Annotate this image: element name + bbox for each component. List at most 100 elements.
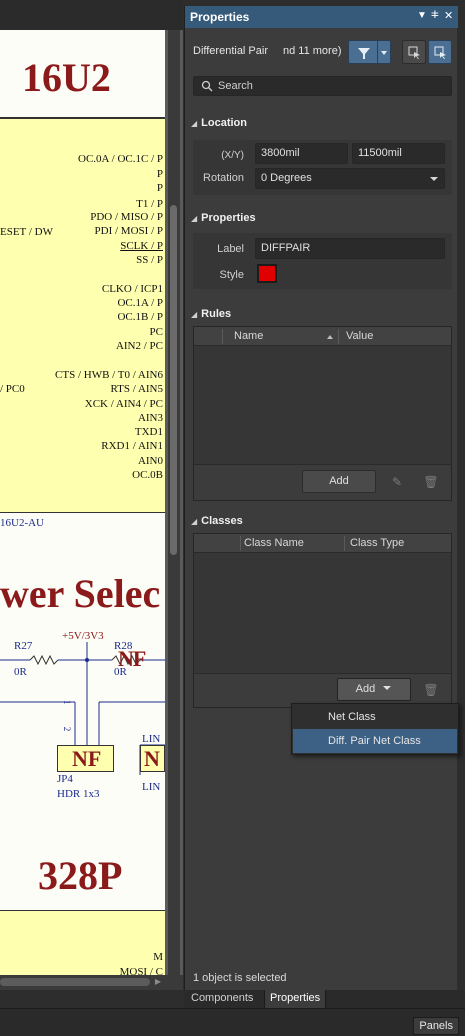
r27-value: 0R bbox=[14, 666, 27, 678]
label-label: Label bbox=[217, 243, 244, 255]
section-title: Location bbox=[201, 117, 247, 129]
section-title: Rules bbox=[201, 308, 232, 320]
style-color-swatch[interactable] bbox=[257, 264, 277, 283]
tab-components[interactable]: Components bbox=[186, 990, 258, 1008]
jp4-header[interactable]: NF bbox=[57, 745, 114, 772]
tab-properties[interactable]: Properties bbox=[264, 990, 327, 1008]
pin-label: XCK / AIN4 / PC bbox=[84, 398, 163, 410]
pin-label: PC bbox=[149, 326, 163, 338]
part-number-label: 16U2-AU bbox=[0, 517, 44, 529]
pin-label-pc0: / PC0 bbox=[0, 383, 25, 395]
toolbar-strip bbox=[0, 0, 183, 30]
search-icon bbox=[201, 80, 213, 92]
section-title: Classes bbox=[201, 515, 243, 527]
pin-label: PDO / MISO / P bbox=[90, 211, 163, 223]
vertical-scroll-thumb[interactable] bbox=[170, 205, 177, 555]
label-field[interactable]: DIFFPAIR bbox=[255, 238, 445, 259]
supply-net-label: +5V/3V3 bbox=[62, 630, 104, 642]
lin-designator: LIN bbox=[142, 733, 161, 745]
select-mode-button[interactable] bbox=[428, 40, 452, 64]
pin-label: P bbox=[156, 182, 163, 194]
xy-label: (X/Y) bbox=[221, 150, 244, 161]
no-fit-marker: N bbox=[144, 746, 160, 771]
pin-icon[interactable]: ⵐ bbox=[431, 10, 439, 21]
pin-label: CLKO / ICP1 bbox=[101, 283, 163, 295]
delete-trash-icon[interactable]: 🗑 bbox=[421, 472, 441, 492]
rotation-value: 0 Degrees bbox=[261, 172, 312, 184]
pin-label: TXD1 bbox=[134, 426, 163, 438]
chevron-down-icon bbox=[381, 51, 387, 55]
scroll-right-arrow-icon[interactable]: ▶ bbox=[152, 975, 164, 989]
status-bar: Panels bbox=[0, 1008, 465, 1036]
schematic-canvas[interactable]: 16U2 OC.0A / OC.1C / P P P T1 / P PDO / … bbox=[0, 0, 183, 990]
component-body-16u2[interactable]: OC.0A / OC.1C / P P P T1 / P PDO / MISO … bbox=[0, 118, 165, 513]
section-header-properties[interactable]: ◢ Properties bbox=[191, 212, 256, 224]
r27-designator: R27 bbox=[14, 640, 33, 652]
horizontal-scroll-thumb[interactable] bbox=[0, 978, 150, 986]
pin-label: RTS / AIN5 bbox=[110, 383, 163, 395]
pin-label: PDI / MOSI / P bbox=[94, 225, 163, 237]
classes-grid[interactable]: Class Name Class Type Add 🗑 bbox=[193, 533, 452, 708]
pin-label: SS / P bbox=[136, 254, 163, 266]
schematic-sheet[interactable]: 16U2 OC.0A / OC.1C / P P P T1 / P PDO / … bbox=[0, 30, 165, 990]
menu-item-net-class[interactable]: Net Class bbox=[293, 705, 457, 729]
lin-designator-2: LIN bbox=[142, 781, 161, 793]
classes-toolbar: Add 🗑 bbox=[194, 673, 451, 707]
filter-button[interactable] bbox=[348, 40, 391, 64]
classes-add-dropdown-button[interactable]: Add bbox=[337, 678, 411, 701]
add-class-dropdown-menu: Net Class Diff. Pair Net Class bbox=[291, 703, 459, 755]
x-position-field[interactable]: 3800mil bbox=[255, 143, 348, 164]
no-fit-marker: NF bbox=[72, 746, 102, 771]
selection-filter-text: Differential Pair bbox=[193, 45, 268, 57]
pin-label: SCLK / P bbox=[120, 240, 163, 252]
style-label: Style bbox=[219, 269, 244, 281]
properties-panel: Properties ▼ ⵐ ✕ Differential Pair nd 11… bbox=[184, 6, 458, 990]
cursor-select-icon bbox=[434, 46, 446, 59]
pin-label: AIN3 bbox=[137, 412, 163, 424]
search-placeholder: Search bbox=[218, 80, 253, 92]
pin-label-reset: ESET / DW bbox=[0, 226, 53, 238]
collapse-triangle-icon: ◢ bbox=[191, 310, 198, 319]
section-header-classes[interactable]: ◢ Classes bbox=[191, 515, 243, 527]
column-header-class-type[interactable]: Class Type bbox=[350, 537, 404, 549]
y-position-field[interactable]: 11500mil bbox=[352, 143, 445, 164]
column-header-class-name[interactable]: Class Name bbox=[244, 537, 304, 549]
panel-menu-icon[interactable]: ▼ bbox=[417, 10, 427, 21]
rules-toolbar: Add ✎ 🗑 bbox=[194, 464, 451, 500]
edit-pencil-icon[interactable]: ✎ bbox=[387, 472, 407, 492]
chevron-down-icon bbox=[383, 686, 392, 690]
column-header-value[interactable]: Value bbox=[346, 330, 373, 342]
search-input[interactable]: Search bbox=[193, 76, 452, 96]
pin-label: OC.0A / OC.1C / P bbox=[78, 153, 163, 165]
rules-grid-header: Name Value bbox=[194, 327, 451, 346]
pin-label: RXD1 / AIN1 bbox=[101, 440, 163, 452]
chevron-down-icon bbox=[430, 177, 438, 181]
section-title-power-select: wer Selec bbox=[0, 571, 161, 616]
pin-label: AIN0 bbox=[137, 455, 163, 467]
delete-trash-icon[interactable]: 🗑 bbox=[421, 680, 441, 700]
classes-grid-header: Class Name Class Type bbox=[194, 534, 451, 553]
sort-ascending-icon bbox=[327, 335, 333, 339]
rules-grid[interactable]: Name Value Add ✎ 🗑 bbox=[193, 326, 452, 501]
collapse-triangle-icon: ◢ bbox=[191, 119, 198, 128]
section-title: Properties bbox=[201, 212, 256, 224]
column-header-name[interactable]: Name bbox=[234, 330, 263, 342]
collapse-triangle-icon: ◢ bbox=[191, 214, 198, 223]
close-icon[interactable]: ✕ bbox=[444, 9, 453, 22]
rules-add-button[interactable]: Add bbox=[302, 470, 376, 493]
pin-label: M bbox=[153, 951, 163, 963]
component-title-16u2: 16U2 bbox=[22, 55, 111, 100]
collapse-triangle-icon: ◢ bbox=[191, 517, 198, 526]
menu-item-diff-pair-net-class[interactable]: Diff. Pair Net Class bbox=[293, 729, 457, 753]
lin-component[interactable]: N bbox=[140, 745, 165, 772]
select-objects-button[interactable] bbox=[402, 40, 426, 64]
pin-label: OC.0B bbox=[132, 469, 163, 481]
section-header-rules[interactable]: ◢ Rules bbox=[191, 308, 231, 320]
rotation-label: Rotation bbox=[203, 172, 244, 184]
pin-label: OC.1A / P bbox=[117, 297, 163, 309]
panels-button[interactable]: Panels bbox=[413, 1017, 459, 1035]
rotation-select[interactable]: 0 Degrees bbox=[255, 168, 445, 189]
section-header-location[interactable]: ◢ Location bbox=[191, 117, 247, 129]
pin-label: AIN2 / PC bbox=[115, 340, 163, 352]
jp4-designator: JP4 bbox=[57, 773, 73, 785]
